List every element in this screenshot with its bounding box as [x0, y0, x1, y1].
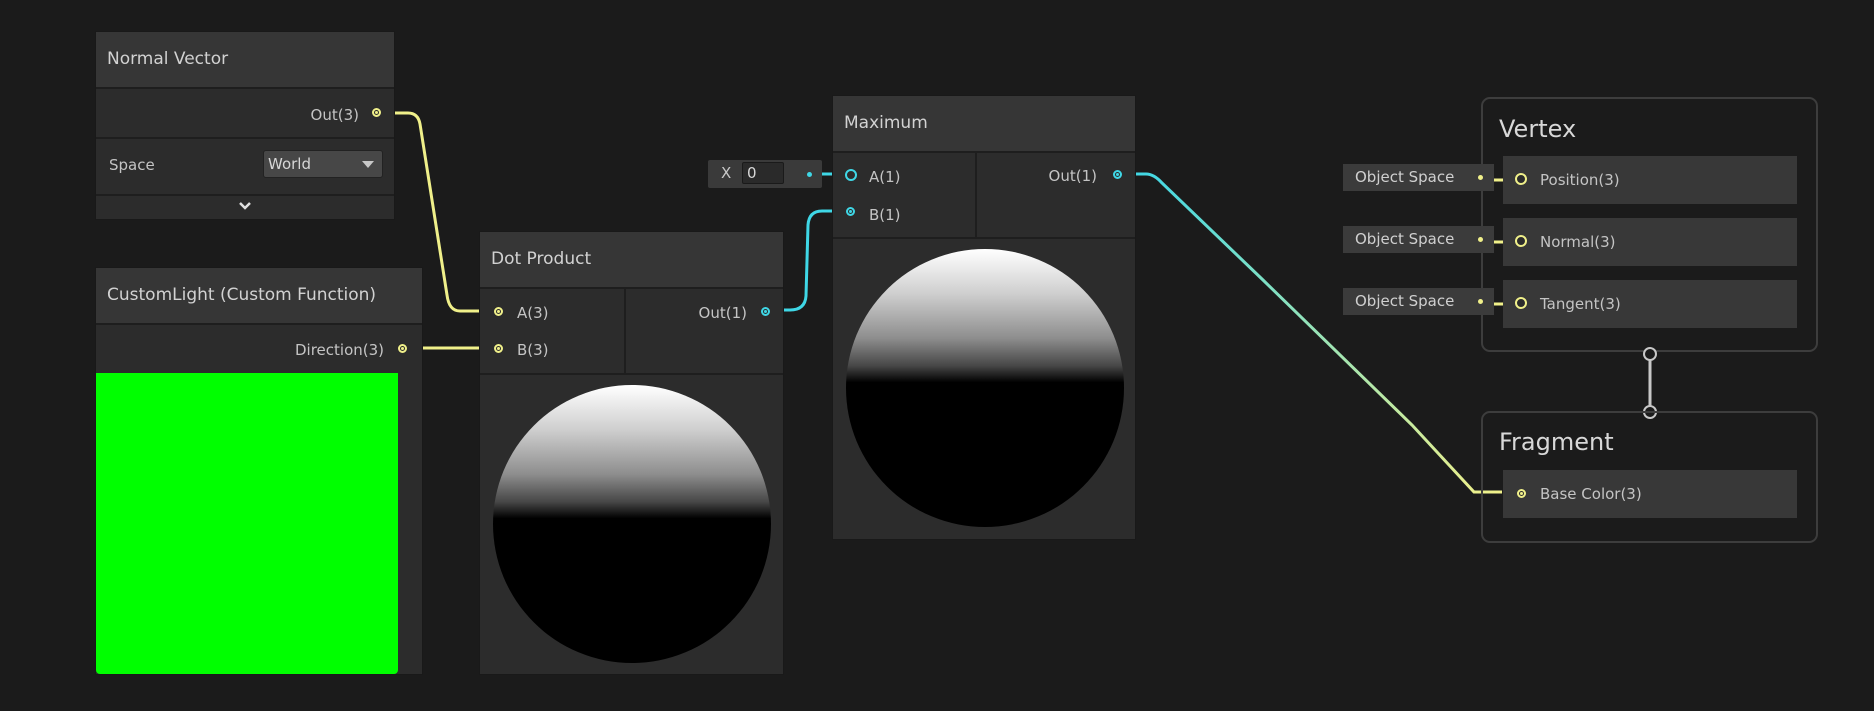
- x-field-label: X: [721, 164, 732, 182]
- divider: [833, 151, 1135, 153]
- divider: [96, 323, 422, 325]
- maximum-out-port[interactable]: [1113, 170, 1122, 179]
- maximum-b-port[interactable]: [846, 207, 855, 216]
- tangent-space-chip[interactable]: Object Space: [1343, 288, 1494, 315]
- base-color-port[interactable]: [1517, 489, 1526, 498]
- position-space-chip[interactable]: Object Space: [1343, 164, 1494, 191]
- custom-light-preview: [96, 373, 398, 674]
- normal-space-chip[interactable]: Object Space: [1343, 226, 1494, 253]
- fragment-stack[interactable]: Fragment Base Color(3): [1481, 411, 1818, 543]
- vertex-normal-label: Normal(3): [1540, 233, 1616, 251]
- maximum-node[interactable]: Maximum A(1) B(1) Out(1): [832, 95, 1136, 540]
- base-color-block[interactable]: Base Color(3): [1503, 470, 1797, 518]
- normal-vector-out-label: Out(3): [310, 106, 359, 124]
- divider: [975, 151, 977, 237]
- dot-product-b-label: B(3): [517, 341, 549, 359]
- divider: [96, 194, 394, 196]
- tangent-space-label: Object Space: [1355, 292, 1455, 310]
- vertex-stack-title: Vertex: [1499, 115, 1577, 143]
- divider: [480, 287, 783, 289]
- normal-vector-title: Normal Vector: [96, 32, 394, 87]
- vertex-position-block[interactable]: Position(3): [1503, 156, 1797, 204]
- maximum-b-label: B(1): [869, 206, 901, 224]
- custom-light-out-port[interactable]: [398, 344, 407, 353]
- dot-product-preview: [493, 385, 771, 663]
- base-color-label: Base Color(3): [1540, 485, 1642, 503]
- space-dropdown[interactable]: World: [263, 150, 383, 178]
- x-connector-dot: [807, 172, 812, 177]
- vertex-normal-block[interactable]: Normal(3): [1503, 218, 1797, 266]
- vertex-tangent-label: Tangent(3): [1540, 295, 1621, 313]
- custom-light-title: CustomLight (Custom Function): [96, 268, 422, 323]
- vertex-position-label: Position(3): [1540, 171, 1620, 189]
- normal-vector-out-port[interactable]: [372, 108, 381, 117]
- dot-product-a-label: A(3): [517, 304, 549, 322]
- dot-product-node[interactable]: Dot Product A(3) B(3) Out(1): [479, 231, 784, 675]
- dot-product-out-label: Out(1): [698, 304, 747, 322]
- collapse-chevron-icon[interactable]: [237, 198, 253, 214]
- dot-product-out-port[interactable]: [761, 307, 770, 316]
- maximum-title: Maximum: [833, 96, 1135, 151]
- x-value-field[interactable]: 0: [742, 162, 784, 184]
- dot-product-b-port[interactable]: [494, 344, 503, 353]
- custom-light-node[interactable]: CustomLight (Custom Function) Direction(…: [95, 267, 423, 675]
- space-dropdown-value: World: [268, 155, 311, 173]
- vertex-tangent-port[interactable]: [1515, 297, 1527, 309]
- custom-light-out-label: Direction(3): [294, 341, 384, 359]
- divider: [96, 137, 394, 139]
- maximum-a-port[interactable]: [845, 169, 857, 181]
- divider: [480, 373, 783, 375]
- connector-dot: [1478, 299, 1483, 304]
- vertex-position-port[interactable]: [1515, 173, 1527, 185]
- vertex-stack[interactable]: Vertex Position(3) Normal(3) Tangent(3): [1481, 97, 1818, 352]
- normal-space-label: Object Space: [1355, 230, 1455, 248]
- divider: [96, 87, 394, 89]
- divider: [833, 237, 1135, 239]
- connector-dot: [1478, 237, 1483, 242]
- divider: [624, 287, 626, 373]
- normal-vector-node[interactable]: Normal Vector Out(3) Space World: [95, 31, 395, 220]
- maximum-a-label: A(1): [869, 168, 901, 186]
- fragment-stack-title: Fragment: [1499, 428, 1614, 456]
- maximum-out-label: Out(1): [1048, 167, 1097, 185]
- chevron-down-icon: [362, 161, 374, 168]
- position-space-label: Object Space: [1355, 168, 1455, 186]
- connector-dot: [1478, 175, 1483, 180]
- maximum-preview: [846, 249, 1124, 527]
- dot-product-title: Dot Product: [480, 232, 783, 287]
- vertex-tangent-block[interactable]: Tangent(3): [1503, 280, 1797, 328]
- dot-product-a-port[interactable]: [494, 307, 503, 316]
- vertex-bottom-handle[interactable]: [1643, 347, 1657, 361]
- vertex-normal-port[interactable]: [1515, 235, 1527, 247]
- space-label: Space: [109, 156, 155, 174]
- wire-max-to-base-color: [1124, 172, 1502, 494]
- maximum-x-input-slot[interactable]: X 0: [708, 160, 822, 188]
